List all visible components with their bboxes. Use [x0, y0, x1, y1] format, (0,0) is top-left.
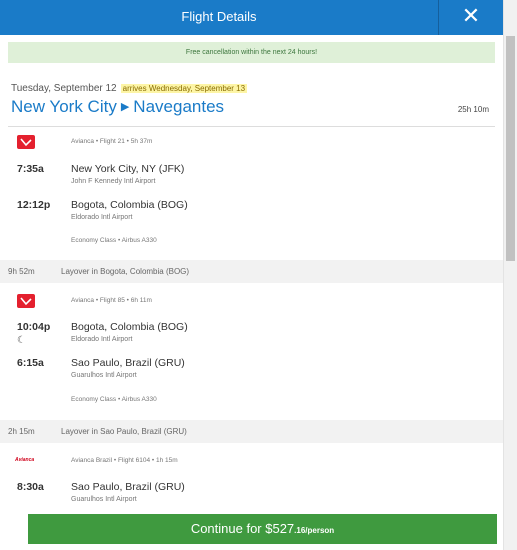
arrive-airport: Guarulhos Intl Airport: [71, 372, 137, 379]
depart-airport: Guarulhos Intl Airport: [71, 496, 137, 503]
layover-1: 9h 52m Layover in Bogota, Colombia (BOG): [0, 260, 503, 283]
depart-city: Sao Paulo, Brazil (GRU): [71, 481, 185, 493]
route-title: New York City ▶ Navegantes: [11, 97, 224, 117]
continue-price-label: Continue for $527: [190, 521, 295, 536]
route-arrow-icon: ▶: [120, 101, 130, 113]
depart-city: Bogota, Colombia (BOG): [71, 321, 188, 333]
divider: [8, 126, 495, 127]
destination-city: Navegantes: [133, 97, 225, 116]
arrive-time: 12:12p: [17, 199, 51, 211]
cabin-aircraft: Economy Class • Airbus A330: [71, 396, 157, 403]
avianca-logo-icon: [17, 294, 35, 308]
scrollbar[interactable]: [503, 0, 517, 550]
continue-price-cents: .16/person: [294, 526, 335, 535]
arrive-city: Bogota, Colombia (BOG): [71, 199, 188, 211]
arrive-city: Sao Paulo, Brazil (GRU): [71, 357, 185, 369]
dialog-title: Flight Details: [181, 9, 257, 24]
trip-date-line: Tuesday, September 12 arrives Wednesday, …: [11, 83, 248, 94]
flight-segment-1: Avianca • Flight 21 • 5h 37m 7:35a New Y…: [0, 133, 503, 258]
arrival-date-badge: arrives Wednesday, September 13: [120, 84, 248, 93]
flight-segment-2: Avianca • Flight 85 • 6h 11m 10:04p Bogo…: [0, 292, 503, 417]
segment-meta: Avianca • Flight 21 • 5h 37m: [71, 138, 153, 145]
departure-date: Tuesday, September 12: [11, 83, 117, 94]
layover-2: 2h 15m Layover in Sao Paulo, Brazil (GRU…: [0, 420, 503, 443]
segment-meta: Avianca • Flight 85 • 6h 11m: [71, 297, 152, 304]
cancellation-notice: Free cancellation within the next 24 hou…: [8, 42, 495, 63]
layover-duration: 9h 52m: [8, 267, 35, 276]
layover-description: Layover in Sao Paulo, Brazil (GRU): [61, 427, 187, 436]
close-button[interactable]: ✕: [439, 0, 503, 35]
continue-button[interactable]: Continue for $527.16/person: [28, 514, 497, 544]
origin-city: New York City: [11, 97, 117, 116]
segment-meta: Avianca Brazil • Flight 6104 • 1h 15m: [71, 457, 178, 464]
flight-segment-3: Avianca Avianca Brazil • Flight 6104 • 1…: [0, 452, 503, 510]
flight-details-content: Free cancellation within the next 24 hou…: [0, 35, 503, 510]
dialog-header: Flight Details ✕: [0, 0, 503, 35]
depart-airport: Eldorado Intl Airport: [71, 336, 133, 343]
depart-time: 10:04p: [17, 321, 51, 333]
layover-duration: 2h 15m: [8, 427, 35, 436]
total-duration: 25h 10m: [457, 105, 489, 114]
cabin-aircraft: Economy Class • Airbus A330: [71, 237, 157, 244]
avianca-logo-icon: [17, 135, 35, 149]
depart-time: 8:30a: [17, 481, 44, 493]
arrive-airport: Eldorado Intl Airport: [71, 214, 133, 221]
depart-airport: John F Kennedy Intl Airport: [71, 178, 156, 185]
arrive-time: 6:15a: [17, 357, 44, 369]
scrollbar-thumb[interactable]: [506, 36, 515, 261]
depart-city: New York City, NY (JFK): [71, 163, 185, 175]
layover-description: Layover in Bogota, Colombia (BOG): [61, 267, 190, 276]
avianca-brazil-logo-icon: Avianca: [15, 457, 35, 463]
moon-icon: ☾: [17, 335, 26, 346]
depart-time: 7:35a: [17, 163, 44, 175]
dialog-footer: Continue for $527.16/person: [0, 510, 503, 550]
